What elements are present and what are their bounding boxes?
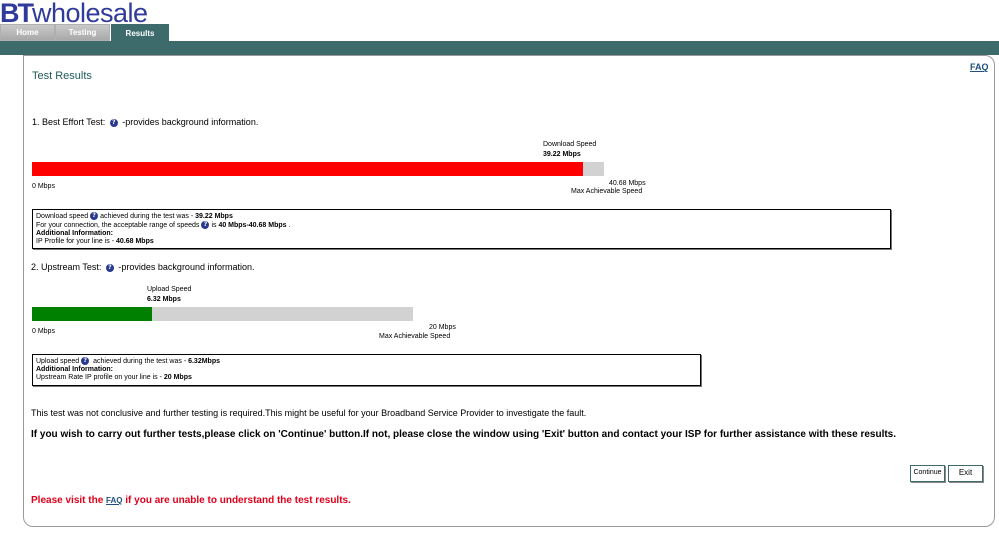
download-info-box: Download speed? achieved during the test …	[32, 209, 891, 249]
upstream-heading-label: 2. Upstream Test:	[31, 262, 102, 272]
download-max-value: 40.68 Mbps	[609, 180, 646, 187]
info-value: 40 Mbps-40.68 Mbps	[218, 221, 287, 229]
help-icon[interactable]: ?	[105, 263, 114, 272]
download-min-label: 0 Mbps	[32, 183, 55, 190]
best-effort-heading: 1. Best Effort Test: ? -provides backgro…	[32, 117, 258, 127]
info-additional-heading: Additional Information:	[36, 229, 113, 237]
page-title: Test Results	[32, 70, 92, 82]
upstream-heading-suffix: -provides background information.	[118, 262, 255, 272]
help-icon[interactable]: ?	[109, 118, 118, 127]
download-speed-bar	[32, 162, 604, 176]
upload-speed-bar-fill	[32, 307, 153, 321]
upload-min-label: 0 Mbps	[32, 328, 55, 335]
bt-wholesale-logo: BTwholesale	[0, 0, 180, 27]
help-icon[interactable]: ?	[81, 357, 90, 365]
faq-link-top[interactable]: FAQ	[970, 62, 989, 72]
info-additional-heading: Additional Information:	[36, 365, 113, 373]
faq-link-bottom[interactable]: FAQ	[106, 496, 122, 505]
info-text: .	[286, 221, 291, 229]
info-line: Upstream Rate IP profile on your line is…	[36, 374, 697, 382]
info-value: 39.22 Mbps	[195, 212, 233, 220]
download-speed-value: 39.22 Mbps	[543, 151, 581, 158]
info-line: Download speed? achieved during the test …	[36, 212, 887, 221]
info-line: Upload speed? achieved during the test w…	[36, 357, 697, 366]
info-text: Upstream Rate IP profile on your line is…	[36, 373, 164, 381]
best-effort-heading-label: 1. Best Effort Test:	[32, 117, 106, 127]
faq-notice-suffix: if you are unable to understand the test…	[122, 495, 351, 506]
result-message: This test was not conclusive and further…	[31, 408, 587, 418]
help-icon[interactable]: ?	[201, 220, 210, 229]
download-speed-label: Download Speed	[543, 141, 597, 148]
download-max-label: Max Achievable Speed	[571, 188, 643, 195]
upstream-heading: 2. Upstream Test: ? -provides background…	[31, 262, 254, 272]
upload-info-box: Upload speed? achieved during the test w…	[32, 354, 701, 386]
info-value: 6.32Mbps	[188, 357, 220, 365]
info-text: IP Profile for your line is -	[36, 237, 117, 245]
info-value: 20 Mbps	[163, 373, 192, 381]
info-value: 40.68 Mbps	[116, 237, 154, 245]
faq-notice: Please visit the FAQ if you are unable t…	[31, 495, 351, 506]
upload-max-label: Max Achievable Speed	[379, 333, 451, 340]
upload-speed-label: Upload Speed	[147, 286, 192, 293]
info-text: For your connection, the acceptable rang…	[36, 221, 200, 229]
instructions-text: If you wish to carry out further tests,p…	[31, 429, 897, 440]
info-line: For your connection, the acceptable rang…	[36, 220, 887, 230]
upload-speed-value: 6.32 Mbps	[147, 296, 181, 303]
exit-button[interactable]: Exit	[948, 465, 983, 482]
info-text: Upload speed	[36, 357, 80, 365]
download-speed-bar-fill	[32, 162, 584, 176]
info-text: Download speed	[36, 212, 89, 220]
header-band	[0, 41, 999, 55]
continue-button[interactable]: Continue	[910, 465, 945, 482]
faq-notice-prefix: Please visit the	[31, 495, 107, 506]
info-text: achieved during the test was -	[91, 357, 189, 365]
upload-max-value: 20 Mbps	[429, 324, 456, 331]
help-icon[interactable]: ?	[90, 212, 99, 220]
info-line: IP Profile for your line is - 40.68 Mbps	[36, 238, 887, 246]
best-effort-heading-suffix: -provides background information.	[122, 117, 259, 127]
info-text: achieved during the test was -	[100, 212, 196, 220]
upload-speed-bar	[32, 307, 413, 321]
tab-home[interactable]: Home	[0, 24, 55, 41]
tab-testing[interactable]: Testing	[55, 24, 110, 41]
